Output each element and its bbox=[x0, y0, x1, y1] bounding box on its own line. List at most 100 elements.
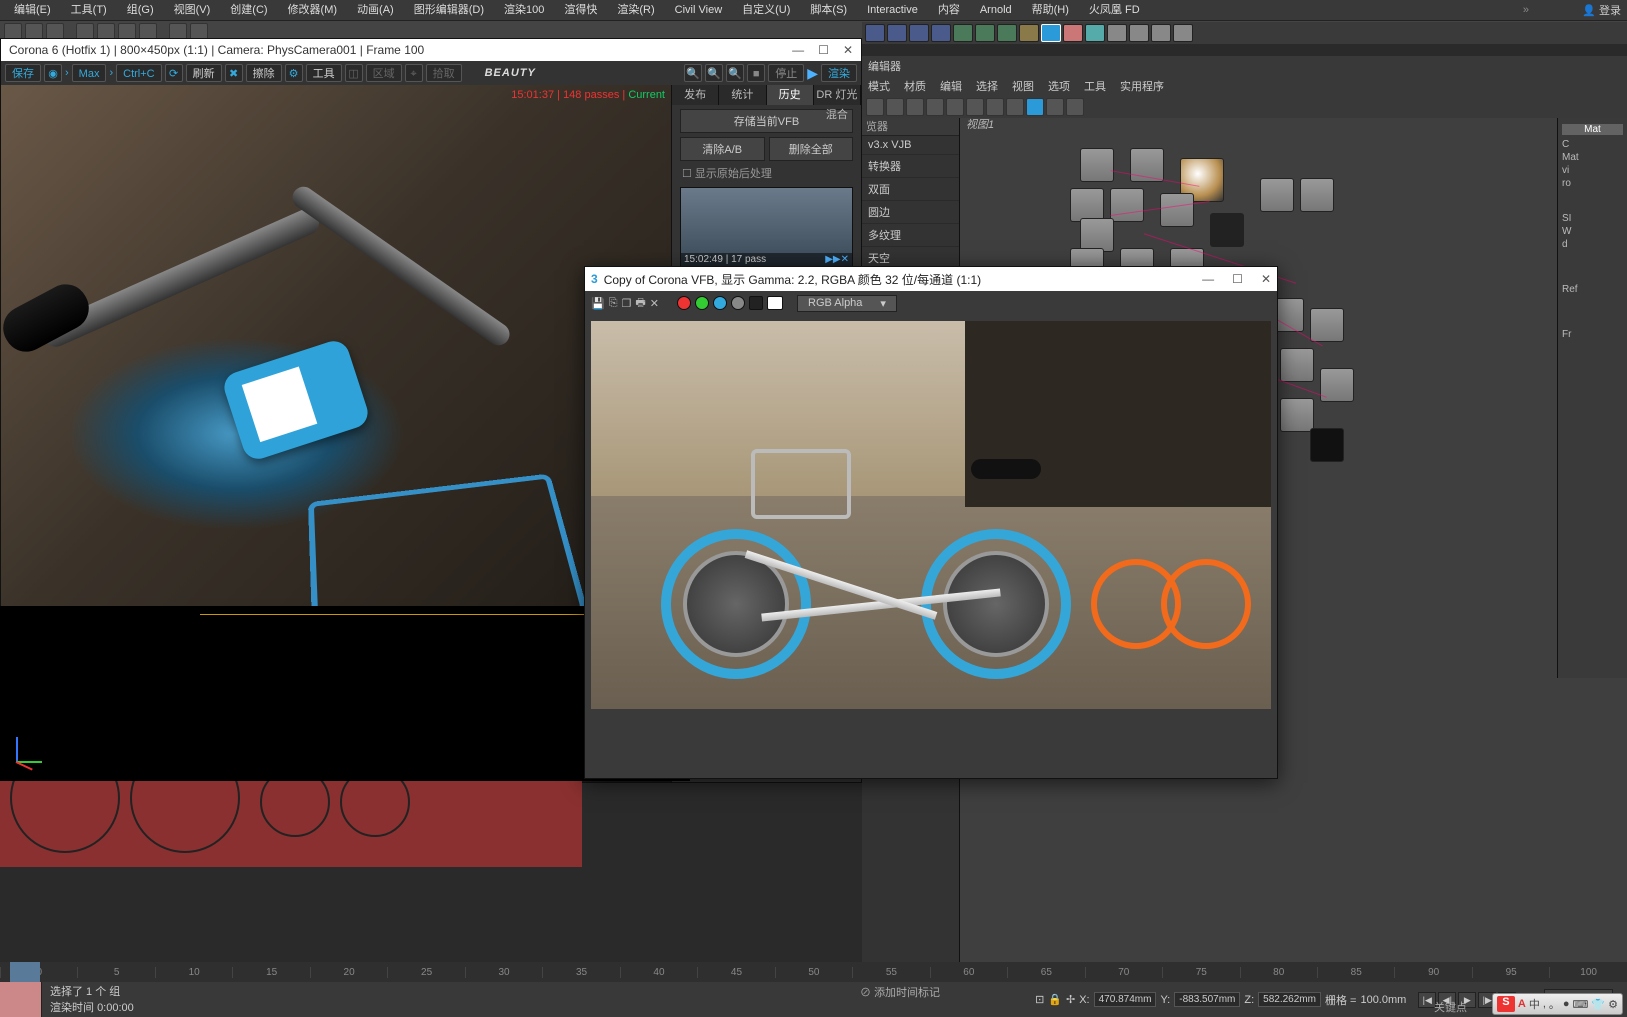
map-node[interactable] bbox=[1260, 178, 1294, 212]
preset-icon[interactable] bbox=[887, 24, 907, 42]
mat-toolbar-button[interactable] bbox=[886, 98, 904, 116]
play-icon[interactable]: ▶ bbox=[807, 65, 818, 82]
zoom-in-icon[interactable]: 🔍 bbox=[705, 64, 723, 82]
ime-punct-button[interactable]: , bbox=[1543, 998, 1546, 1010]
preset-icon[interactable] bbox=[953, 24, 973, 42]
minimize-icon[interactable]: — bbox=[1202, 272, 1214, 286]
teapot-icon[interactable] bbox=[1107, 24, 1127, 42]
login-button[interactable]: 👤 登录 bbox=[1582, 2, 1621, 18]
mat-menu-utilities[interactable]: 实用程序 bbox=[1120, 78, 1164, 94]
menu-render100[interactable]: 渲染100 bbox=[494, 0, 554, 20]
ime-skin-icon[interactable]: 👕 bbox=[1591, 998, 1605, 1011]
channel-dropdown[interactable]: RGB Alpha▾ bbox=[797, 295, 897, 312]
clear-ab-button[interactable]: 清除A/B bbox=[680, 137, 765, 161]
keypoint-label[interactable]: 关键点 bbox=[1434, 999, 1467, 1015]
vfb-render-button[interactable]: 渲染 bbox=[821, 64, 857, 82]
isolate-icon[interactable]: ⊡ bbox=[1035, 993, 1044, 1006]
corona-logo-icon[interactable]: ◉ bbox=[44, 64, 62, 82]
menu-interactive[interactable]: Interactive bbox=[857, 0, 928, 20]
timeline-cursor[interactable] bbox=[10, 962, 40, 982]
mat-menu-tools[interactable]: 工具 bbox=[1084, 78, 1106, 94]
menu-group[interactable]: 组(G) bbox=[117, 0, 164, 20]
mat-menu-mode[interactable]: 模式 bbox=[868, 78, 890, 94]
ime-period-button[interactable]: 。 bbox=[1549, 996, 1560, 1012]
delete-all-button[interactable]: 删除全部 bbox=[769, 137, 854, 161]
menu-xuandekuai[interactable]: 渲得快 bbox=[554, 0, 607, 20]
picker-icon[interactable]: ⌖ bbox=[405, 64, 423, 82]
preset-icon[interactable] bbox=[865, 24, 885, 42]
mat-menu-select[interactable]: 选择 bbox=[976, 78, 998, 94]
zoom-fit-icon[interactable]: 🔍 bbox=[684, 64, 702, 82]
channel-mono-icon[interactable] bbox=[749, 296, 763, 310]
close-icon[interactable]: ✕ bbox=[843, 43, 853, 57]
teapot-icon[interactable] bbox=[1151, 24, 1171, 42]
vfb-refresh-button[interactable]: 刷新 bbox=[186, 64, 222, 82]
print-icon[interactable]: 🖶 bbox=[635, 294, 645, 313]
y-coord-field[interactable]: -883.507mm bbox=[1174, 992, 1240, 1007]
menu-script[interactable]: 脚本(S) bbox=[800, 0, 857, 20]
channel-alpha-icon[interactable] bbox=[731, 296, 745, 310]
ime-lang-button[interactable]: 中 bbox=[1529, 996, 1540, 1012]
map-node[interactable] bbox=[1110, 188, 1144, 222]
menu-arnold[interactable]: Arnold bbox=[970, 0, 1022, 20]
minimize-icon[interactable]: — bbox=[792, 43, 804, 57]
teapot-icon[interactable] bbox=[1129, 24, 1149, 42]
mat-menu-options[interactable]: 选项 bbox=[1048, 78, 1070, 94]
mat-menu-edit[interactable]: 编辑 bbox=[940, 78, 962, 94]
mat-toolbar-button[interactable] bbox=[1026, 98, 1044, 116]
preset-icon[interactable] bbox=[1019, 24, 1039, 42]
browser-item[interactable]: v3.x VJB bbox=[862, 136, 959, 155]
vfb-pick-button[interactable]: 拾取 bbox=[426, 64, 462, 82]
tab-publish[interactable]: 发布 bbox=[672, 85, 719, 105]
maximize-icon[interactable]: ☐ bbox=[1232, 272, 1243, 286]
vfb-region-button[interactable]: 区域 bbox=[366, 64, 402, 82]
menu-view[interactable]: 视图(V) bbox=[164, 0, 221, 20]
mat-toolbar-button[interactable] bbox=[1046, 98, 1064, 116]
vfb-max-button[interactable]: Max bbox=[72, 64, 107, 82]
mat-toolbar-button[interactable] bbox=[1006, 98, 1024, 116]
vfb-ctrlc-button[interactable]: Ctrl+C bbox=[116, 64, 161, 82]
stop-icon[interactable]: ■ bbox=[747, 64, 765, 82]
vfb-tools-button[interactable]: 工具 bbox=[306, 64, 342, 82]
copy-icon[interactable]: ⎘ bbox=[609, 297, 618, 310]
map-node[interactable] bbox=[1160, 193, 1194, 227]
preset-icon[interactable] bbox=[909, 24, 929, 42]
ime-settings-icon[interactable]: ⚙ bbox=[1608, 998, 1618, 1011]
ime-keyboard-icon[interactable]: ⌨ bbox=[1573, 998, 1589, 1011]
copy-vfb-image[interactable] bbox=[591, 321, 1271, 709]
tab-history[interactable]: 历史 bbox=[767, 85, 814, 105]
maximize-icon[interactable]: ☐ bbox=[818, 43, 829, 57]
zoom-out-icon[interactable]: 🔍 bbox=[726, 64, 744, 82]
ime-toolbar[interactable]: S A 中 , 。 ● ⌨ 👕 ⚙ bbox=[1492, 993, 1623, 1015]
mat-toolbar-button[interactable] bbox=[946, 98, 964, 116]
mat-toolbar-button[interactable] bbox=[866, 98, 884, 116]
preset-icon[interactable] bbox=[975, 24, 995, 42]
preset-icon[interactable] bbox=[997, 24, 1017, 42]
preset-icon[interactable] bbox=[1085, 24, 1105, 42]
erase-icon[interactable]: ✖ bbox=[225, 64, 243, 82]
channel-rgb-icon[interactable] bbox=[767, 296, 783, 310]
lock-icon[interactable]: 🔒 bbox=[1048, 993, 1062, 1006]
vfb-titlebar[interactable]: Corona 6 (Hotfix 1) | 800×450px (1:1) | … bbox=[1, 39, 861, 61]
menu-content[interactable]: 内容 bbox=[928, 0, 970, 20]
map-node[interactable] bbox=[1210, 213, 1244, 247]
mat-toolbar-button[interactable] bbox=[926, 98, 944, 116]
map-node[interactable] bbox=[1300, 178, 1334, 212]
menu-render[interactable]: 渲染(R) bbox=[607, 0, 664, 20]
map-node[interactable] bbox=[1320, 368, 1354, 402]
map-node[interactable] bbox=[1130, 148, 1164, 182]
tab-stats[interactable]: 统计 bbox=[719, 85, 766, 105]
preset-icon[interactable] bbox=[1063, 24, 1083, 42]
menu-edit[interactable]: 编辑(E) bbox=[4, 0, 61, 20]
channel-blue-icon[interactable] bbox=[713, 296, 727, 310]
menu-overflow-icon[interactable]: » bbox=[1523, 4, 1529, 16]
ime-logo-icon[interactable]: S bbox=[1497, 996, 1515, 1012]
timeline[interactable]: 0 5 10 15 20 25 30 35 40 45 50 55 60 65 … bbox=[0, 962, 1627, 982]
teapot-icon[interactable] bbox=[1173, 24, 1193, 42]
status-swatch[interactable] bbox=[0, 982, 42, 1017]
tab-dr-lightmix[interactable]: DR 灯光混合 bbox=[814, 85, 861, 105]
menu-animation[interactable]: 动画(A) bbox=[347, 0, 404, 20]
mat-toolbar-button[interactable] bbox=[966, 98, 984, 116]
axis-icon[interactable]: ✢ bbox=[1066, 993, 1075, 1006]
gear-icon[interactable]: ⚙ bbox=[285, 64, 303, 82]
